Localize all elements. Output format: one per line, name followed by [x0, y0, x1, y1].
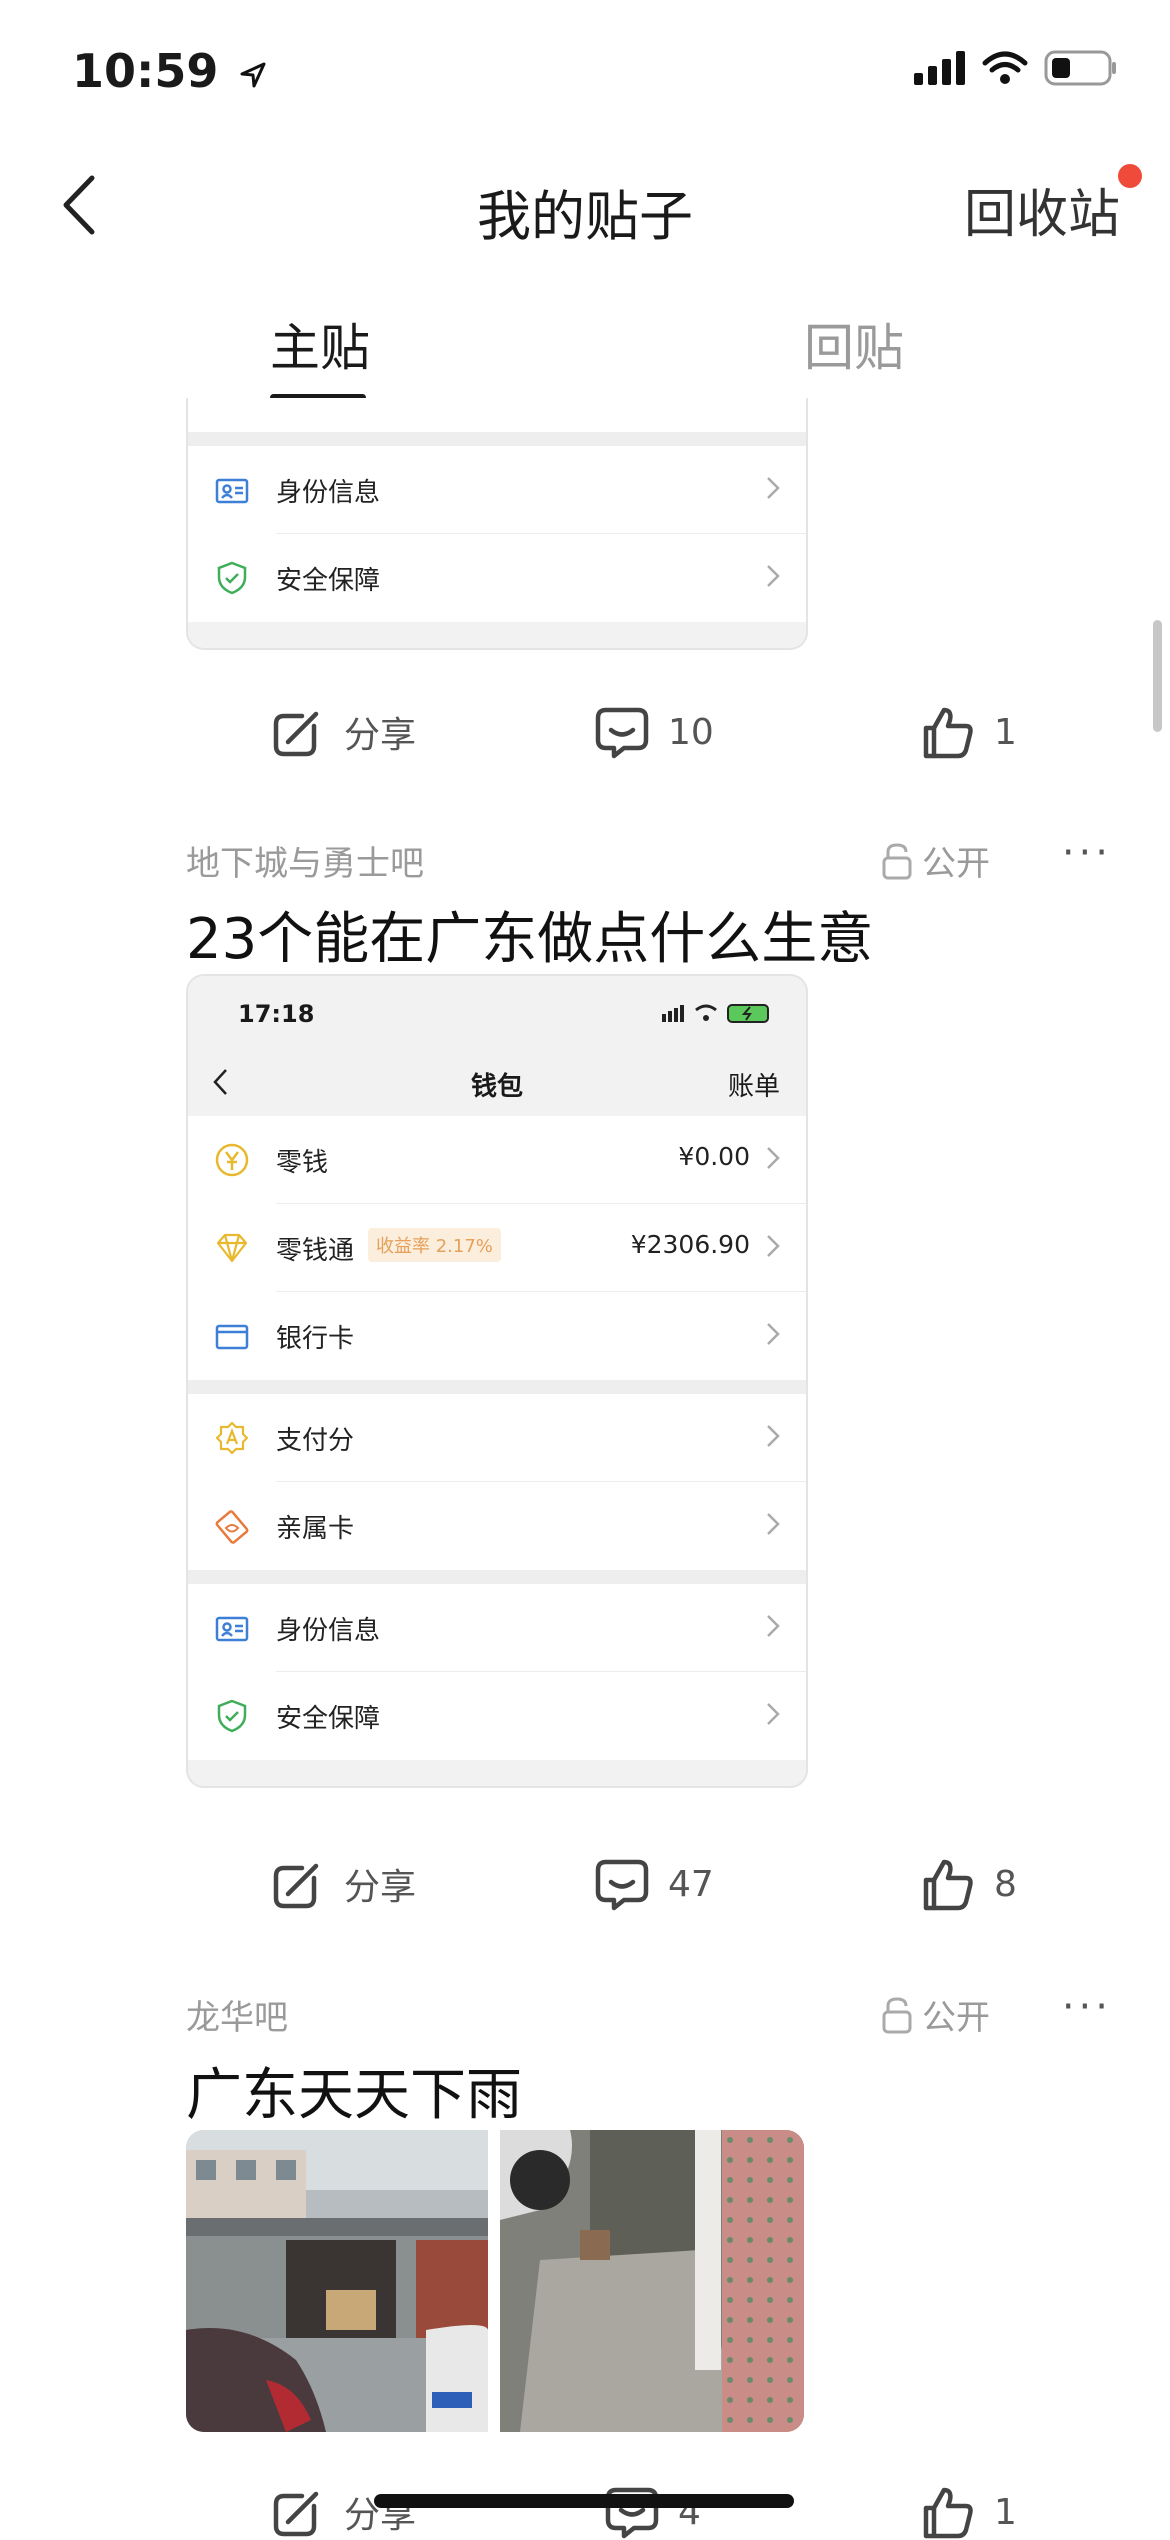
- bank-card-icon: [215, 1324, 249, 1350]
- share-icon: [273, 711, 319, 757]
- comment-button[interactable]: 10: [594, 704, 714, 760]
- chevron-right-icon: [767, 477, 780, 499]
- list-item: 零钱通 收益率 2.17% ¥2306.90: [188, 1204, 806, 1292]
- score-badge-icon: [215, 1421, 249, 1455]
- id-card-icon: [215, 478, 249, 504]
- like-button[interactable]: 8: [920, 1856, 1017, 1912]
- more-options-button[interactable]: ···: [1062, 1984, 1112, 2030]
- chevron-right-icon: [767, 1147, 780, 1169]
- thumbs-up-icon: [923, 707, 973, 759]
- chevron-right-icon: [767, 565, 780, 587]
- signal-icon: [914, 51, 965, 85]
- more-options-button[interactable]: ···: [1062, 830, 1112, 876]
- status-icons: [914, 50, 1118, 86]
- post-title[interactable]: 广东天天下雨: [186, 2050, 522, 2131]
- privacy-status[interactable]: 公开: [880, 1990, 990, 2039]
- list-item: 身份信息: [188, 446, 806, 534]
- screenshot-nav: 钱包 账单: [188, 1046, 806, 1116]
- list-item: 银行卡: [188, 1292, 806, 1380]
- home-indicator[interactable]: [374, 2494, 794, 2508]
- share-icon: [273, 1863, 319, 1909]
- tab-main-posts[interactable]: 主贴: [270, 308, 370, 380]
- comment-icon: [595, 707, 649, 759]
- list-item: 安全保障: [188, 534, 806, 622]
- comment-icon: [595, 1859, 649, 1911]
- list-item: 身份信息: [188, 1584, 806, 1672]
- tab-replies[interactable]: 回贴: [804, 308, 904, 380]
- diamond-icon: [216, 1233, 248, 1263]
- list-item: 支付分: [188, 1394, 806, 1482]
- status-icons-small: [662, 1004, 769, 1023]
- screenshot-status-bar: 17:18: [188, 976, 806, 1046]
- status-time: 10:59: [72, 44, 268, 98]
- chevron-right-icon: [767, 1513, 780, 1535]
- yield-badge: 收益率 2.17%: [368, 1228, 501, 1262]
- notification-dot: [1118, 164, 1142, 188]
- chevron-right-icon: [767, 1703, 780, 1725]
- comment-button[interactable]: 47: [594, 1856, 714, 1912]
- post-photo-warehouse[interactable]: [186, 2130, 488, 2432]
- chevron-right-icon: [767, 1323, 780, 1345]
- chevron-right-icon: [767, 1615, 780, 1637]
- battery-icon: [1044, 50, 1116, 86]
- post-title[interactable]: 23个能在广东做点什么生意: [186, 894, 873, 975]
- list-item: 零钱 ¥0.00: [188, 1116, 806, 1204]
- family-card-icon: [215, 1510, 249, 1544]
- wifi-icon: [982, 51, 1028, 84]
- shield-icon: [217, 561, 247, 595]
- chevron-right-icon: [767, 1425, 780, 1447]
- post-image-screenshot[interactable]: 17:18 钱包 账单 零钱 ¥0.00 零钱通 收益率 2.17% ¥2306…: [186, 974, 808, 1788]
- privacy-status[interactable]: 公开: [880, 836, 990, 885]
- ground-photo: [500, 2130, 804, 2432]
- like-button[interactable]: 1: [920, 704, 1017, 760]
- share-button[interactable]: 分享: [270, 1856, 416, 1912]
- lock-icon: [882, 842, 912, 879]
- lock-icon: [882, 1996, 912, 2033]
- location-arrow-icon: [240, 62, 266, 87]
- post-image-screenshot[interactable]: 身份信息 安全保障: [186, 398, 808, 650]
- chevron-right-icon: [767, 1235, 780, 1257]
- yuan-coin-icon: [215, 1143, 249, 1177]
- recycle-bin-button[interactable]: 回收站: [964, 172, 1120, 247]
- forum-name[interactable]: 龙华吧: [186, 1990, 288, 2039]
- scrollbar[interactable]: [1153, 620, 1162, 732]
- warehouse-photo: [186, 2130, 488, 2432]
- post-photo-ground[interactable]: [500, 2130, 804, 2432]
- list-item: 安全保障: [188, 1672, 806, 1760]
- share-button[interactable]: 分享: [270, 704, 416, 760]
- list-item: 亲属卡: [188, 1482, 806, 1570]
- forum-name[interactable]: 地下城与勇士吧: [186, 836, 424, 885]
- shield-icon: [217, 1699, 247, 1733]
- thumbs-up-icon: [923, 1859, 973, 1911]
- id-card-icon: [215, 1616, 249, 1642]
